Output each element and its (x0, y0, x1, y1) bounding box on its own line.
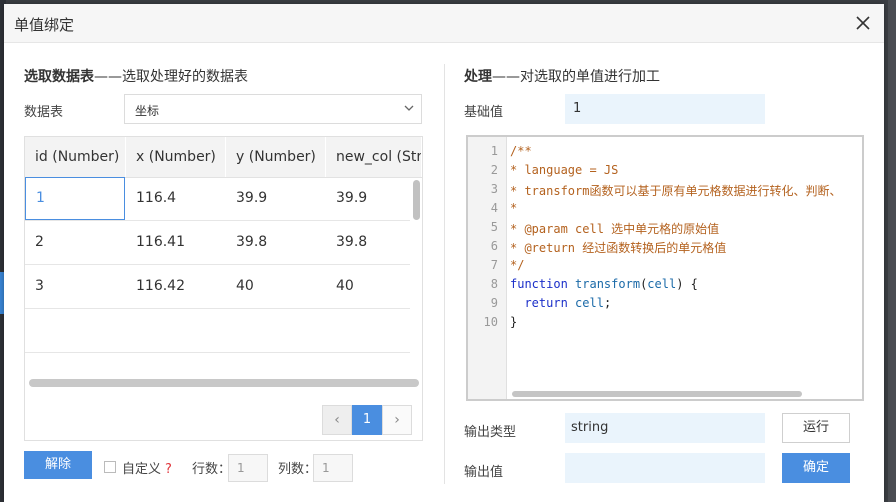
code-line: */ (510, 258, 525, 272)
pagination-prev-button[interactable]: ‹ (322, 405, 352, 435)
table-cell[interactable]: 39.8 (226, 221, 326, 264)
rows-label: 行数： (192, 462, 232, 477)
table-label: 数据表 (24, 105, 64, 120)
custom-checkbox[interactable] (104, 461, 116, 473)
dialog-header: 单值绑定 (4, 4, 884, 43)
table-cell[interactable]: 116.41 (126, 221, 226, 264)
line-number: 9 (490, 296, 498, 310)
close-icon (856, 16, 870, 30)
code-line-return: return cell; (510, 296, 611, 310)
line-number: 2 (490, 163, 498, 177)
help-icon[interactable]: ? (165, 462, 172, 477)
table-cell[interactable]: 40 (226, 265, 326, 308)
chevron-down-icon (404, 105, 414, 111)
pagination-page-1[interactable]: 1 (352, 405, 382, 435)
code-line: * language = JS (510, 163, 619, 177)
line-number: 5 (490, 220, 498, 234)
custom-label-text: 自定义 (122, 462, 162, 477)
code-token-keyword: function (510, 277, 568, 291)
code-token-return: return (524, 296, 568, 310)
code-line: * @return 经过函数转换后的单元格值 (510, 241, 727, 255)
table-select[interactable]: 坐标 (124, 94, 422, 124)
line-number: 8 (490, 277, 498, 291)
table-header: id (Number) x (Number) y (Number) new_co… (25, 137, 422, 178)
table-cell[interactable]: 39.9 (326, 177, 410, 220)
table-row: 2 116.41 39.8 39.8 (25, 221, 410, 265)
line-number: 6 (490, 239, 498, 253)
code-token-return-value: cell (575, 296, 604, 310)
table-horizontal-scrollbar[interactable] (29, 379, 419, 387)
table-cell[interactable]: 2 (25, 221, 125, 264)
column-header-id[interactable]: id (Number) (25, 137, 126, 177)
table-vertical-scrollbar[interactable] (412, 178, 422, 378)
table-cell[interactable]: 116.42 (126, 265, 226, 308)
line-number-gutter: 1 2 3 4 5 6 7 8 9 10 (468, 137, 507, 399)
column-header-new-col[interactable]: new_col (String) (326, 137, 422, 177)
right-section-title-rest: ——对选取的单值进行加工 (492, 69, 660, 85)
code-token-semicolon: ; (603, 296, 612, 310)
column-header-x[interactable]: x (Number) (126, 137, 226, 177)
code-line: * @param cell 选中单元格的原始值 (510, 222, 720, 236)
panel-divider (444, 64, 445, 484)
code-token-param: cell (647, 277, 677, 291)
table-cell[interactable]: 1 (25, 177, 125, 220)
line-number: 3 (490, 182, 498, 196)
output-value-label: 输出值 (464, 465, 504, 480)
table-row: 1 116.4 39.9 39.9 (25, 177, 410, 221)
editor-horizontal-scrollbar[interactable] (512, 391, 802, 397)
code-line: * (510, 201, 518, 215)
output-type-field[interactable]: string (565, 413, 765, 443)
single-value-binding-dialog: 单值绑定 选取数据表——选取处理好的数据表 数据表 坐标 id (Number)… (4, 4, 884, 502)
line-number: 1 (490, 144, 498, 158)
output-type-label: 输出类型 (464, 425, 517, 440)
run-button[interactable]: 运行 (782, 413, 850, 443)
table-select-value: 坐标 (135, 104, 160, 118)
left-section-title-bold: 选取数据表 (24, 69, 94, 85)
close-button[interactable] (850, 10, 876, 36)
code-line-function-decl: function transform(cell) { (510, 277, 698, 291)
cols-input[interactable]: 1 (313, 454, 353, 482)
line-number: 4 (490, 201, 498, 215)
right-section-title-bold: 处理 (464, 69, 492, 85)
code-line: /** (510, 144, 532, 158)
code-editor[interactable]: 1 2 3 4 5 6 7 8 9 10 /** * language = JS… (466, 135, 864, 401)
output-value-field[interactable] (565, 453, 765, 483)
line-number: 7 (490, 258, 498, 272)
data-table: id (Number) x (Number) y (Number) new_co… (24, 136, 423, 441)
base-value-label: 基础值 (464, 105, 504, 120)
line-number: 10 (483, 315, 498, 329)
table-cell[interactable]: 3 (25, 265, 125, 308)
code-line: } (510, 315, 518, 329)
table-row: 3 116.42 40 40 (25, 265, 410, 309)
code-token-function-name: transform (575, 277, 641, 291)
custom-label: 自定义? (122, 458, 172, 477)
pagination-next-button[interactable]: › (382, 405, 412, 435)
table-cell[interactable]: 39.8 (326, 221, 410, 264)
rows-input[interactable]: 1 (228, 454, 268, 482)
code-line: * transform函数可以基于原有单元格数据进行转化、判断、 (510, 184, 842, 198)
backdrop-right-panel (888, 0, 896, 502)
scrollbar-thumb[interactable] (413, 180, 420, 220)
table-cell[interactable]: 39.9 (226, 177, 326, 220)
code-content[interactable]: /** * language = JS * transform函数可以基于原有单… (510, 137, 862, 399)
left-section-title: 选取数据表——选取处理好的数据表 (24, 66, 248, 86)
cols-label: 列数： (278, 462, 318, 477)
table-cell[interactable]: 40 (326, 265, 410, 308)
column-header-y[interactable]: y (Number) (226, 137, 326, 177)
dialog-title: 单值绑定 (14, 16, 75, 34)
code-token-paren-close: ) { (676, 277, 698, 291)
confirm-button[interactable]: 确定 (782, 453, 850, 483)
table-row-empty (25, 309, 410, 353)
table-cell[interactable]: 116.4 (126, 177, 226, 220)
left-section-title-rest: ——选取处理好的数据表 (94, 69, 248, 85)
unbind-button[interactable]: 解除 (24, 451, 92, 479)
right-section-title: 处理——对选取的单值进行加工 (464, 66, 660, 86)
base-value-field[interactable]: 1 (565, 94, 765, 124)
